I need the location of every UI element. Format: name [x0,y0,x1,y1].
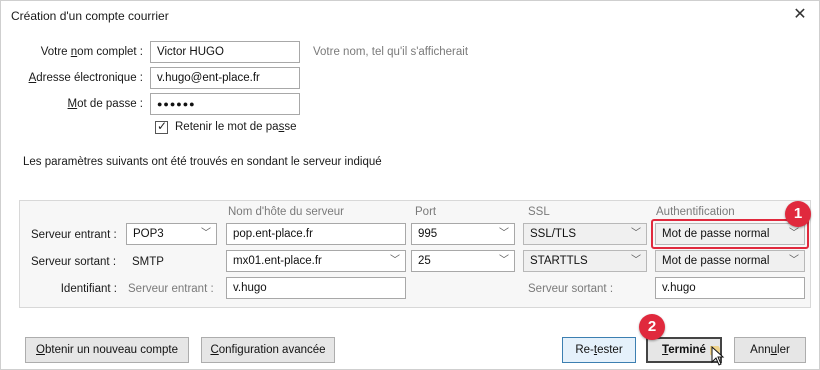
identifier-label: Identifiant : [60,283,117,295]
outgoing-server-label: Serveur sortant : [31,256,117,268]
outgoing-ssl-select[interactable]: STARTTLS ﹀ [523,250,647,272]
incoming-port-select[interactable]: 995 ﹀ [411,223,515,245]
outgoing-auth-select[interactable]: Mot de passe normal ﹀ [655,250,805,272]
chevron-down-icon: ﹀ [789,255,799,266]
email-input[interactable]: v.hugo@ent-place.fr [150,67,300,89]
identifier-outgoing-label: Serveur sortant : [528,283,614,295]
incoming-hostname-input[interactable]: pop.ent-place.fr [226,223,406,245]
chevron-down-icon: ﹀ [631,255,641,266]
get-new-account-button[interactable]: Obtenir un nouveau compte [25,337,189,363]
auth-highlight-box [651,219,809,249]
title-bar: Création d'un compte courrier ✕ [1,1,819,29]
close-icon[interactable]: ✕ [789,5,811,25]
email-label: Adresse électronique : [28,72,143,84]
chevron-down-icon: ﹀ [499,228,509,239]
identifier-incoming-label: Serveur entrant : [128,283,214,295]
probe-info-text: Les paramètres suivants ont été trouvés … [23,156,382,168]
outgoing-hostname-select[interactable]: mx01.ent-place.fr ﹀ [226,250,406,272]
column-header-auth: Authentification [656,206,735,218]
account-setup-dialog: Création d'un compte courrier ✕ Votre no… [0,0,820,370]
mouse-pointer-icon [710,346,725,366]
column-header-ssl: SSL [528,206,550,218]
outgoing-port-select[interactable]: 25 ﹀ [411,250,515,272]
chevron-down-icon: ﹀ [499,255,509,266]
identifier-outgoing-input[interactable]: v.hugo [655,277,805,299]
remember-password-checkbox[interactable]: ✓ [155,119,168,134]
password-label: Mot de passe : [67,98,143,110]
step-badge-1: 1 [785,201,811,227]
column-header-hostname: Nom d'hôte du serveur [228,206,344,218]
window-title: Création d'un compte courrier [11,9,169,23]
identifier-incoming-input[interactable]: v.hugo [226,277,406,299]
incoming-ssl-select[interactable]: SSL/TLS ﹀ [523,223,647,245]
remember-password-label: Retenir le mot de passe [175,121,297,133]
name-label: Votre nom complet : [40,46,143,58]
incoming-protocol-select[interactable]: POP3 ﹀ [126,223,217,245]
step-badge-2: 2 [639,314,665,340]
chevron-down-icon: ﹀ [201,228,211,239]
checkmark-icon: ✓ [157,119,168,133]
retest-button[interactable]: Re-tester [562,337,636,363]
outgoing-protocol: SMTP [132,256,164,268]
chevron-down-icon: ﹀ [631,228,641,239]
column-header-port: Port [415,206,437,218]
name-input[interactable]: Victor HUGO [150,41,300,63]
password-input[interactable]: ●●●●●● [150,93,300,115]
advanced-config-button[interactable]: Configuration avancée [201,337,335,363]
chevron-down-icon: ﹀ [390,255,400,266]
cancel-button[interactable]: Annuler [734,337,806,363]
incoming-server-label: Serveur entrant : [31,229,117,241]
name-hint: Votre nom, tel qu'il s'afficherait [313,46,469,58]
